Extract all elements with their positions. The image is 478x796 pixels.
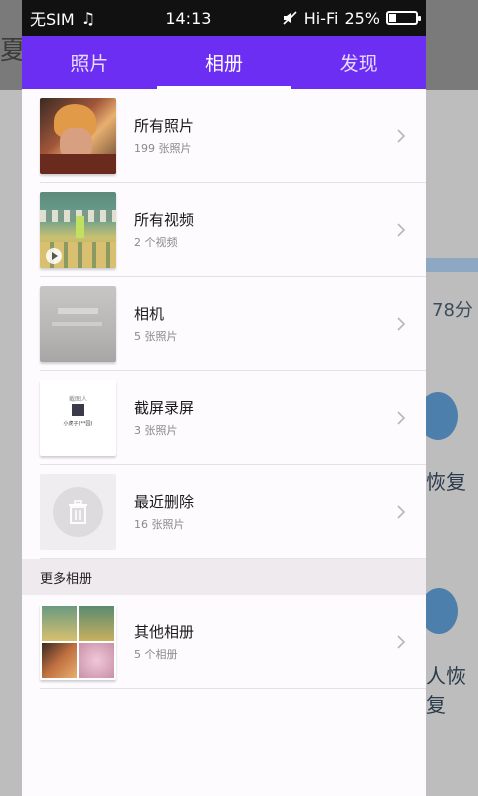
chevron-right-icon <box>397 504 406 519</box>
thumb-caption-top: 截图人 <box>68 395 87 403</box>
album-name: 截屏录屏 <box>134 399 195 417</box>
album-row-other-albums[interactable]: 其他相册 5 个相册 <box>40 595 426 689</box>
album-thumbnail <box>40 191 116 268</box>
thumb-caption-bottom: 小虎子(**园) <box>63 420 93 427</box>
album-count: 199 张照片 <box>134 142 192 155</box>
album-list: 所有照片 199 张照片 所有视频 2 个视频 相机 5 张照片 截图人 小虎子… <box>22 89 426 689</box>
tab-discover[interactable]: 发现 <box>291 36 426 89</box>
album-row-recently-deleted[interactable]: 最近删除 16 张照片 <box>40 465 426 559</box>
album-thumbnail <box>40 97 116 174</box>
album-name: 相机 <box>134 305 165 323</box>
chevron-right-icon <box>397 128 406 143</box>
album-name: 所有照片 <box>134 117 195 135</box>
background-recover: 恢复 <box>426 470 466 494</box>
music-icon: ♫ <box>80 8 96 28</box>
carrier-label: 无SIM <box>30 10 75 29</box>
tab-bar: 照片 相册 发现 <box>22 36 426 89</box>
background-recover2: 人恢复 <box>426 664 466 717</box>
status-bar: 无SIM ♫ 14:13 Hi-Fi 25% <box>22 0 426 36</box>
mute-icon <box>283 11 297 25</box>
album-name: 其他相册 <box>134 623 195 641</box>
album-name: 所有视频 <box>134 211 195 229</box>
gallery-app: 无SIM ♫ 14:13 Hi-Fi 25% 照片 相册 发现 所有照片 199… <box>22 0 426 796</box>
album-count: 16 张照片 <box>134 518 185 531</box>
album-name: 最近删除 <box>134 493 195 511</box>
chevron-right-icon <box>397 410 406 425</box>
battery-icon <box>386 11 421 25</box>
clock: 14:13 <box>165 8 212 28</box>
album-count: 5 张照片 <box>134 330 178 343</box>
album-count: 2 个视频 <box>134 236 178 249</box>
album-thumbnail <box>40 285 116 362</box>
battery-label: 25% <box>344 8 380 28</box>
background-strip <box>425 258 478 272</box>
play-icon <box>46 247 62 264</box>
tab-photos[interactable]: 照片 <box>22 36 157 89</box>
album-count: 3 张照片 <box>134 424 178 437</box>
tab-albums[interactable]: 相册 <box>156 36 292 89</box>
section-header-more-albums: 更多相册 <box>22 559 426 595</box>
album-thumbnail: 截图人 小虎子(**园) <box>40 379 116 456</box>
trash-icon <box>69 499 87 524</box>
album-row-all-videos[interactable]: 所有视频 2 个视频 <box>40 183 426 277</box>
album-count: 5 个相册 <box>134 648 178 661</box>
chevron-right-icon <box>397 634 406 649</box>
album-thumbnail <box>40 473 116 550</box>
album-row-all-photos[interactable]: 所有照片 199 张照片 <box>40 89 426 183</box>
background-score: 78分 <box>432 300 473 321</box>
chevron-right-icon <box>397 316 406 331</box>
album-row-screenshots[interactable]: 截图人 小虎子(**园) 截屏录屏 3 张照片 <box>40 371 426 465</box>
album-thumbnail-grid <box>40 603 116 680</box>
chevron-right-icon <box>397 222 406 237</box>
album-row-camera[interactable]: 相机 5 张照片 <box>40 277 426 371</box>
network-label: Hi-Fi <box>303 8 339 28</box>
